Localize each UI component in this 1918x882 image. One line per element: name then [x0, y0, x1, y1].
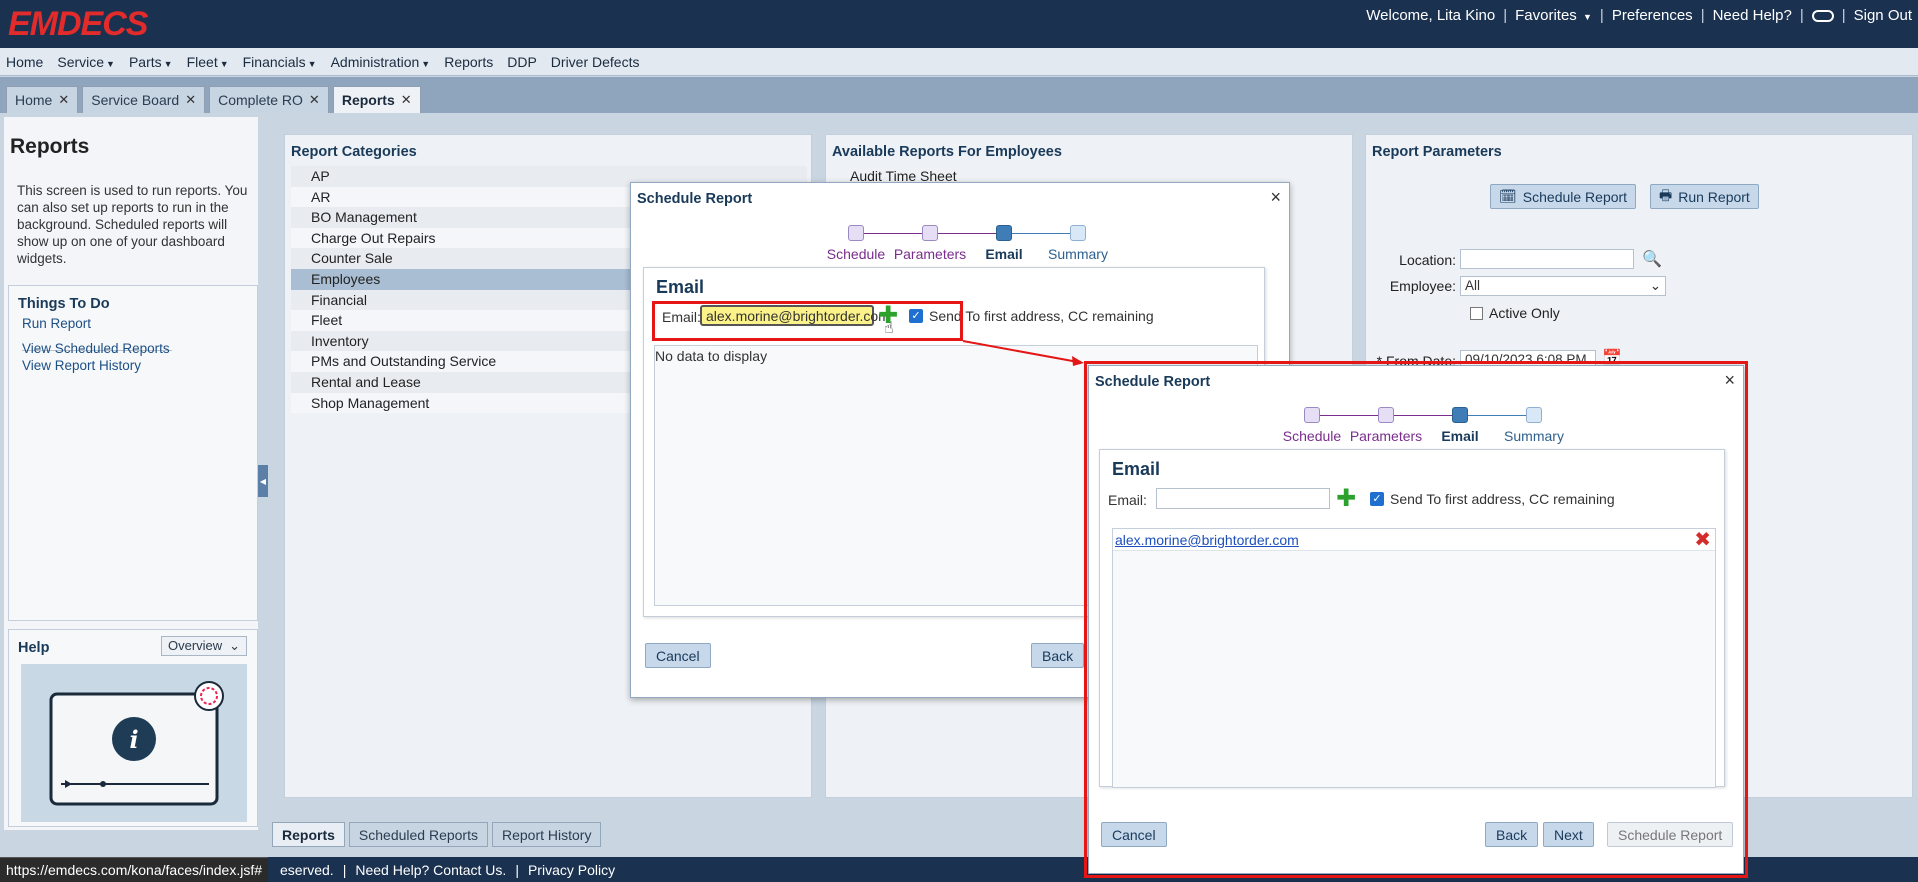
top-links: Welcome, Lita Kino | Favorites ▼ | Prefe…	[1366, 7, 1912, 24]
contact-us-link[interactable]: Need Help? Contact Us.	[355, 862, 506, 878]
top-header: EMDECS Welcome, Lita Kino | Favorites ▼ …	[0, 0, 1918, 48]
things-to-do-panel: Things To Do Run Report View Scheduled R…	[8, 285, 258, 621]
step-schedule[interactable]: Schedule	[819, 225, 893, 262]
help-topic-select[interactable]: Overview ⌄	[161, 636, 247, 656]
left-panel: Reports This screen is used to run repor…	[4, 117, 258, 830]
tab-home[interactable]: Home ✕	[6, 86, 79, 113]
step-marker-icon	[996, 225, 1012, 241]
sign-out-link[interactable]: Sign Out	[1854, 7, 1912, 24]
run-report-button[interactable]: 🖶 Run Report	[1650, 184, 1759, 209]
menu-financials[interactable]: Financials ▼	[243, 54, 317, 70]
empty-list-message: No data to display	[655, 348, 768, 364]
menu-home[interactable]: Home	[6, 54, 43, 70]
bottom-tab-report-history[interactable]: Report History	[491, 822, 602, 847]
email-section-title: Email	[656, 277, 705, 297]
bottom-tab-reports[interactable]: Reports	[272, 822, 345, 847]
welcome-text: Welcome, Lita Kino	[1366, 7, 1496, 24]
location-label: Location:	[1399, 252, 1456, 268]
location-input[interactable]	[1460, 249, 1634, 269]
close-icon[interactable]: ✕	[309, 92, 320, 108]
step-marker-icon	[1526, 407, 1542, 423]
bottom-tab-scheduled-reports[interactable]: Scheduled Reports	[348, 822, 488, 847]
step-marker-icon	[1378, 407, 1394, 423]
wizard-steps: Schedule Parameters Email Summary	[819, 225, 1115, 262]
svg-text:i: i	[129, 725, 138, 754]
chevron-down-icon: ▼	[163, 58, 173, 69]
view-scheduled-reports-link[interactable]: View Scheduled Reports	[22, 341, 170, 356]
active-only-checkbox[interactable]: Active Only	[1470, 305, 1560, 321]
step-summary[interactable]: Summary	[1041, 225, 1115, 262]
view-report-history-link[interactable]: View Report History	[22, 358, 141, 373]
step-parameters[interactable]: Parameters	[893, 225, 967, 262]
calendar-clock-icon: 🗓	[1499, 188, 1517, 204]
page-description: This screen is used to run reports. You …	[17, 183, 248, 266]
step-marker-icon	[1070, 225, 1086, 241]
tab-complete-ro[interactable]: Complete RO ✕	[209, 86, 329, 113]
printer-icon: 🖶	[1659, 186, 1673, 203]
help-video[interactable]: i	[21, 664, 247, 822]
things-to-do-title: Things To Do	[18, 296, 110, 312]
video-player-icon: i	[49, 681, 224, 806]
help-title: Help	[18, 640, 50, 656]
page-title: Reports	[10, 135, 90, 158]
cancel-button[interactable]: Cancel	[645, 643, 711, 668]
menu-reports[interactable]: Reports	[444, 54, 493, 70]
toggle-icon[interactable]	[1811, 9, 1834, 22]
search-icon[interactable]: 🔍	[1642, 249, 1662, 269]
menu-administration[interactable]: Administration ▼	[331, 54, 431, 70]
close-icon[interactable]: ✕	[58, 92, 69, 108]
employee-select[interactable]: All ⌄	[1460, 276, 1666, 296]
back-button[interactable]: Back	[1031, 643, 1085, 668]
report-parameters-title: Report Parameters	[1372, 144, 1502, 160]
menu-parts[interactable]: Parts ▼	[129, 54, 173, 70]
step-email[interactable]: Email	[967, 225, 1041, 262]
run-report-link[interactable]: Run Report	[22, 316, 91, 331]
tab-service-board[interactable]: Service Board ✕	[82, 86, 206, 113]
chevron-down-icon: ▼	[307, 58, 317, 69]
chevron-down-icon: ▼	[421, 58, 431, 69]
available-reports-title: Available Reports For Employees	[832, 144, 1062, 160]
copyright-text: eserved.	[280, 862, 334, 878]
tab-reports[interactable]: Reports ✕	[332, 86, 421, 113]
step-marker-icon	[1304, 407, 1320, 423]
chevron-down-icon: ▼	[219, 58, 229, 69]
highlight-email-row	[652, 301, 963, 341]
highlight-zoomed-dialog	[1084, 361, 1748, 878]
step-marker-icon	[848, 225, 864, 241]
menu-fleet[interactable]: Fleet ▼	[187, 54, 229, 70]
step-connector	[1004, 233, 1078, 234]
emdecs-logo[interactable]: EMDECS	[8, 5, 148, 44]
menu-driver-defects[interactable]: Driver Defects	[551, 54, 640, 70]
schedule-report-button[interactable]: 🗓 Schedule Report	[1490, 184, 1637, 209]
help-panel: Help Overview ⌄ i	[8, 629, 258, 827]
chevron-down-icon: ⌄	[1649, 278, 1661, 293]
dialog-title: Schedule Report	[637, 191, 753, 207]
close-icon[interactable]: ×	[1270, 187, 1281, 208]
menu-ddp[interactable]: DDP	[507, 54, 537, 70]
step-marker-icon	[1452, 407, 1468, 423]
need-help-link[interactable]: Need Help?	[1713, 7, 1792, 24]
menu-service[interactable]: Service ▼	[57, 54, 115, 70]
privacy-policy-link[interactable]: Privacy Policy	[528, 862, 615, 878]
close-icon[interactable]: ✕	[401, 92, 412, 108]
preferences-link[interactable]: Preferences	[1612, 7, 1693, 24]
open-tabs: Home ✕ Service Board ✕ Complete RO ✕ Reports ✕	[0, 77, 1918, 113]
step-marker-icon	[922, 225, 938, 241]
report-categories-title: Report Categories	[291, 144, 417, 160]
main-menu: Home Service ▼ Parts ▼ Fleet ▼ Financials ▼ Admin…	[0, 48, 1918, 76]
collapse-left-panel-handle[interactable]: ◀	[258, 465, 268, 497]
employee-label: Employee:	[1389, 278, 1456, 294]
close-icon[interactable]: ✕	[185, 92, 196, 108]
step-connector	[1460, 415, 1534, 416]
favorites-menu[interactable]: Favorites ▼	[1515, 7, 1592, 24]
chevron-down-icon: ⌄	[229, 638, 240, 653]
browser-status-url: https://emdecs.com/kona/faces/index.jsf#	[0, 857, 269, 882]
bottom-tabs: Reports Scheduled Reports Report History	[272, 822, 602, 847]
chevron-down-icon: ▼	[1582, 12, 1592, 22]
chevron-down-icon: ▼	[106, 58, 115, 69]
